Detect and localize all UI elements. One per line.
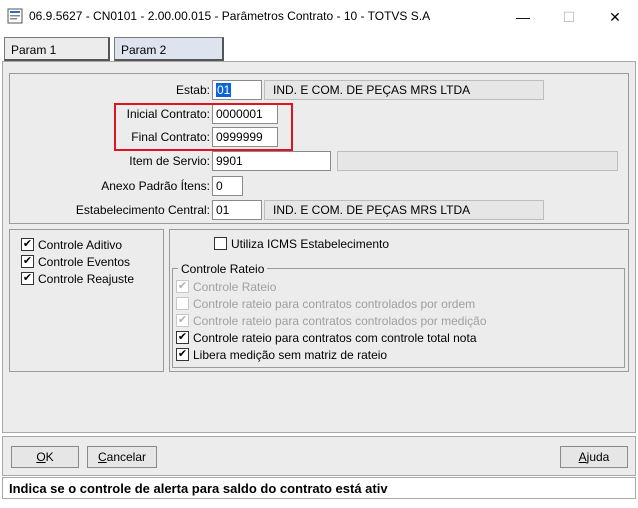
rateio-item-controlados-ordem: Controle rateio para contratos controlad…	[176, 295, 487, 312]
maximize-button[interactable]: ☐	[546, 0, 592, 34]
ok-button[interactable]: OK	[11, 446, 79, 468]
cancelar-button[interactable]: Cancelar	[87, 446, 157, 468]
check-icon: ✔	[176, 280, 189, 293]
controle-eventos-checkbox[interactable]: ✔ Controle Eventos	[21, 253, 134, 270]
cancelar-label: ancelar	[106, 450, 147, 464]
estab-central-label: Estabelecimento Central:	[75, 203, 210, 217]
close-button[interactable]: ✕	[592, 0, 638, 34]
controle-eventos-label: Controle Eventos	[38, 254, 131, 269]
utiliza-icms-label: Utiliza ICMS Estabelecimento	[231, 236, 390, 251]
controle-reajuste-checkbox[interactable]: ✔ Controle Reajuste	[21, 270, 134, 287]
check-icon: ✔	[21, 238, 34, 251]
estab-description: IND. E COM. DE PEÇAS MRS LTDA	[264, 80, 544, 100]
utiliza-icms-checkbox[interactable]: Utiliza ICMS Estabelecimento	[214, 235, 389, 252]
empty-checkbox-icon	[214, 237, 227, 250]
check-icon: ✔	[21, 272, 34, 285]
rateio-check-list: ✔ Controle Rateio Controle rateio para c…	[176, 278, 487, 363]
anexo-padrao-input[interactable]: 0	[212, 176, 243, 196]
app-icon	[7, 8, 23, 24]
rateio-item-total-nota[interactable]: ✔ Controle rateio para contratos com con…	[176, 329, 487, 346]
rateio-item-label: Controle rateio para contratos controlad…	[193, 313, 487, 328]
item-servio-description	[337, 151, 618, 171]
minimize-button[interactable]: —	[500, 0, 546, 34]
anexo-padrao-label: Anexo Padrão Ítens:	[101, 179, 210, 193]
rateio-item-label: Libera medição sem matriz de rateio	[193, 347, 388, 362]
rateio-item-libera-medicao[interactable]: ✔ Libera medição sem matriz de rateio	[176, 346, 487, 363]
controle-rateio-title: Controle Rateio	[178, 262, 268, 276]
estab-input[interactable]: 01	[212, 80, 262, 100]
window-title: 06.9.5627 - CN0101 - 2.00.00.015 - Parâm…	[29, 9, 431, 23]
empty-checkbox-icon	[176, 297, 189, 310]
ajuda-mnemonic: A	[578, 450, 587, 464]
status-bar: Indica se o controle de alerta para sald…	[2, 477, 636, 499]
ok-label: K	[45, 450, 54, 464]
title-bar[interactable]: 06.9.5627 - CN0101 - 2.00.00.015 - Parâm…	[0, 0, 638, 34]
tab-param-2[interactable]: Param 2	[114, 37, 224, 61]
ok-mnemonic: O	[36, 450, 46, 464]
tab-param-1[interactable]: Param 1	[4, 37, 110, 61]
ajuda-button[interactable]: Ajuda	[560, 446, 628, 468]
item-servio-input[interactable]: 9901	[212, 151, 331, 171]
check-icon: ✔	[176, 331, 189, 344]
rateio-item-label: Controle Rateio	[193, 279, 277, 294]
check-icon: ✔	[176, 348, 189, 361]
rateio-item-label: Controle rateio para contratos controlad…	[193, 296, 476, 311]
check-icon: ✔	[21, 255, 34, 268]
ajuda-label: juda	[586, 450, 610, 464]
rateio-item-controlados-medicao: ✔ Controle rateio para contratos control…	[176, 312, 487, 329]
controle-aditivo-label: Controle Aditivo	[38, 237, 123, 252]
estab-label: Estab:	[175, 83, 210, 97]
estab-central-input[interactable]: 01	[212, 200, 262, 220]
left-check-list: ✔ Controle Aditivo ✔ Controle Eventos ✔ …	[21, 236, 134, 287]
estab-central-description: IND. E COM. DE PEÇAS MRS LTDA	[264, 200, 544, 220]
highlight-box	[114, 103, 293, 151]
rateio-item-label: Controle rateio para contratos com contr…	[193, 330, 477, 345]
controle-reajuste-label: Controle Reajuste	[38, 271, 135, 286]
controle-aditivo-checkbox[interactable]: ✔ Controle Aditivo	[21, 236, 134, 253]
rateio-item-controle-rateio: ✔ Controle Rateio	[176, 278, 487, 295]
item-servio-label: Item de Servio:	[129, 154, 210, 168]
cancelar-mnemonic: C	[97, 450, 107, 464]
estab-value: 01	[216, 83, 232, 97]
check-icon: ✔	[176, 314, 189, 327]
